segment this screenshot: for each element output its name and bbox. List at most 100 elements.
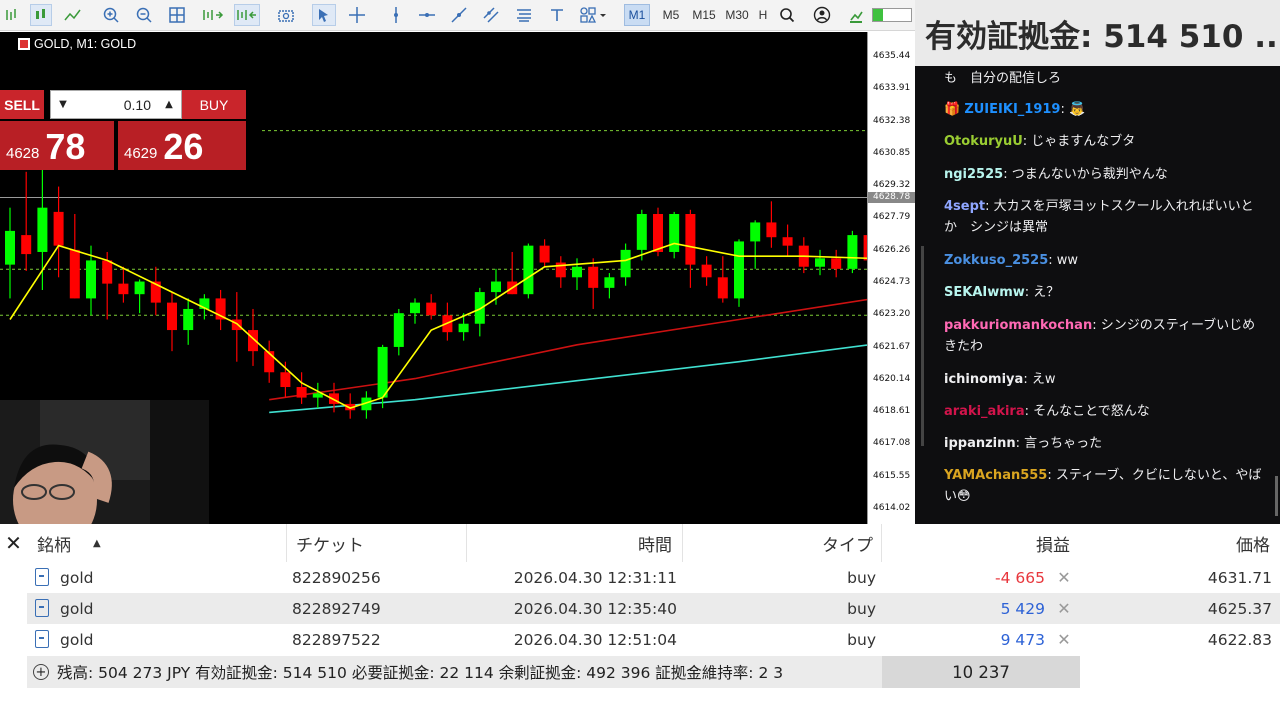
- candle-body: [653, 213, 663, 252]
- column-profit[interactable]: 損益: [882, 524, 1080, 562]
- position-price: 4622.83: [1207, 630, 1272, 649]
- buy-price-box[interactable]: 4629 26: [118, 121, 246, 170]
- document-icon: [35, 599, 49, 617]
- bar-chart-icon[interactable]: [2, 4, 22, 26]
- candle-body: [21, 235, 32, 255]
- vertical-line-icon[interactable]: [385, 4, 407, 26]
- chat-username[interactable]: ichinomiya: [944, 372, 1023, 387]
- position-row[interactable]: gold 822892749 2026.04.30 12:35:40 buy 5 429…: [27, 593, 1280, 624]
- algo-trading-icon[interactable]: [845, 4, 867, 26]
- position-row[interactable]: gold 822890256 2026.04.30 12:31:11 buy -4 66…: [27, 562, 1280, 593]
- candle-body: [588, 266, 599, 288]
- timeframe-m5[interactable]: M5: [657, 4, 685, 26]
- chat-text: : そんなことで怒んな: [1024, 404, 1150, 419]
- sell-button[interactable]: SELL: [0, 90, 44, 119]
- zoom-out-icon[interactable]: [133, 4, 155, 26]
- chat-username[interactable]: ippanzinn: [944, 436, 1016, 451]
- close-panel-icon[interactable]: ✕: [0, 524, 27, 562]
- shapes-icon[interactable]: [577, 4, 609, 26]
- candle-body: [458, 323, 469, 333]
- sell-price-box[interactable]: 4628 78: [0, 121, 114, 170]
- price-axis[interactable]: 4635.44 4633.91 4632.38 4630.85 4629.32 4627.…: [867, 32, 916, 524]
- position-symbol: gold: [60, 599, 94, 618]
- lot-size-stepper[interactable]: ▼ 0.10 ▲: [50, 90, 182, 119]
- search-icon[interactable]: [776, 4, 798, 26]
- timeframe-m15[interactable]: M15: [688, 4, 720, 26]
- column-time[interactable]: 時間: [467, 524, 683, 562]
- chat-message: YAMAchan555: スティーブ、クビにしないと、やばい😳: [944, 465, 1264, 507]
- chat-message: pakkuriomankochan: シンジのスティーブいじめきたわ: [944, 315, 1264, 357]
- line-chart-icon[interactable]: [62, 4, 84, 26]
- tile-windows-icon[interactable]: [166, 4, 188, 26]
- candle-body: [280, 372, 291, 388]
- price-axis-label: 4632.38: [873, 115, 911, 126]
- chat-username[interactable]: pakkuriomankochan: [944, 318, 1092, 333]
- position-row[interactable]: gold 822897522 2026.04.30 12:51:04 buy 9 473…: [27, 624, 1280, 655]
- close-position-icon[interactable]: ✕: [1056, 562, 1072, 593]
- candle-body: [604, 277, 615, 288]
- price-axis-label: 4635.44: [873, 51, 911, 61]
- timeframe-h[interactable]: H: [756, 4, 770, 26]
- crosshair-icon[interactable]: [346, 4, 368, 26]
- candle-body: [296, 387, 307, 398]
- current-price-label: 4628.78: [868, 191, 916, 203]
- lot-increase-icon[interactable]: ▲: [157, 91, 181, 118]
- candle-body: [37, 207, 48, 252]
- buy-button[interactable]: BUY: [182, 90, 246, 119]
- position-type: buy: [847, 599, 876, 618]
- fibonacci-icon[interactable]: [513, 4, 535, 26]
- candlestick-icon[interactable]: [30, 4, 52, 26]
- column-price[interactable]: 価格: [1080, 524, 1280, 562]
- chat-scrollbar[interactable]: [921, 246, 924, 446]
- channel-icon[interactable]: [480, 4, 502, 26]
- account-summary-bar: + 残高: 504 273 JPY 有効証拠金: 514 510 必要証拠金: …: [27, 656, 882, 688]
- chat-username[interactable]: ngi2525: [944, 167, 1003, 182]
- chat-text: : えw: [1023, 372, 1056, 387]
- chat-scrollbar-thumb[interactable]: [1275, 476, 1278, 516]
- screenshot-icon[interactable]: [275, 4, 297, 26]
- account-icon[interactable]: [810, 4, 834, 26]
- chat-username[interactable]: ZUIEIKI_1919: [964, 102, 1060, 117]
- autoscroll-icon[interactable]: [234, 4, 260, 26]
- position-profit: 5 429: [1000, 599, 1045, 618]
- price-axis-label: 4624.73: [873, 277, 911, 287]
- price-axis-label: 4623.20: [873, 309, 911, 320]
- account-summary-text: 残高: 504 273 JPY 有効証拠金: 514 510 必要証拠金: 22…: [57, 664, 784, 682]
- column-type[interactable]: タイプ: [683, 524, 882, 562]
- chat-message: ngi2525: つまんないから裁判やんな: [944, 164, 1264, 185]
- column-ticket[interactable]: チケット: [287, 524, 467, 562]
- candle-body: [734, 241, 744, 299]
- column-symbol[interactable]: 銘柄 ▲: [27, 524, 287, 562]
- connection-status-bar: [872, 8, 912, 22]
- trendline-icon[interactable]: [448, 4, 470, 26]
- sell-price-prefix: 4628: [6, 145, 40, 162]
- price-axis-label: 4617.08: [873, 438, 911, 449]
- timeframe-m1[interactable]: M1: [624, 4, 650, 26]
- chat-username[interactable]: YAMAchan555: [944, 468, 1047, 483]
- candle-body: [782, 237, 793, 246]
- candle-body: [815, 258, 825, 267]
- text-tool-icon[interactable]: [546, 4, 568, 26]
- price-chart[interactable]: GOLD, M1: GOLD SELL ▼ 0.10 ▲ BUY 4628 78…: [0, 32, 915, 556]
- candle-body: [134, 281, 145, 295]
- chat-username[interactable]: 4sept: [944, 199, 985, 214]
- chat-username[interactable]: araki_akira: [944, 404, 1025, 419]
- price-axis-label: 4614.02: [873, 503, 911, 513]
- chart-shift-icon[interactable]: [201, 4, 225, 26]
- chat-username[interactable]: Zokkuso_2525: [944, 253, 1048, 268]
- zoom-in-icon[interactable]: [100, 4, 122, 26]
- chat-text: : 言っちゃった: [1015, 436, 1103, 451]
- chat-text: : 大カスを戸塚ヨットスクール入れればいいとか シンジは異常: [944, 199, 1254, 235]
- position-ticket: 822892749: [292, 599, 381, 618]
- close-position-icon[interactable]: ✕: [1056, 624, 1072, 655]
- close-position-icon[interactable]: ✕: [1056, 593, 1072, 624]
- horizontal-line-icon[interactable]: [416, 4, 438, 26]
- position-price: 4631.71: [1207, 568, 1272, 587]
- lot-size-value[interactable]: 0.10: [75, 97, 157, 113]
- chat-username[interactable]: OtokuryuU: [944, 134, 1023, 149]
- cursor-icon[interactable]: [312, 4, 336, 26]
- chat-username[interactable]: SEKAIwmw: [944, 285, 1025, 300]
- expand-plus-icon[interactable]: +: [33, 664, 49, 680]
- lot-decrease-icon[interactable]: ▼: [51, 91, 75, 118]
- timeframe-m30[interactable]: M30: [721, 4, 753, 26]
